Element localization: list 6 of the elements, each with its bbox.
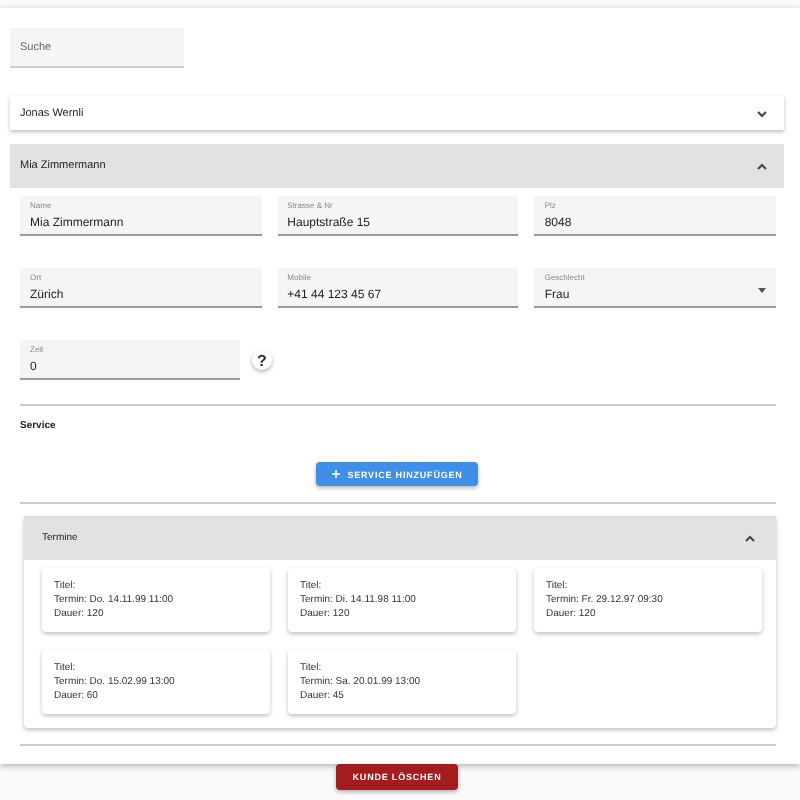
chevron-down-icon — [756, 109, 768, 117]
plus-icon — [331, 470, 340, 478]
help-button[interactable]: ? — [252, 350, 272, 370]
chevron-up-icon — [756, 162, 768, 170]
chevron-up-icon — [744, 534, 756, 542]
dropdown-arrow-icon — [757, 288, 766, 294]
